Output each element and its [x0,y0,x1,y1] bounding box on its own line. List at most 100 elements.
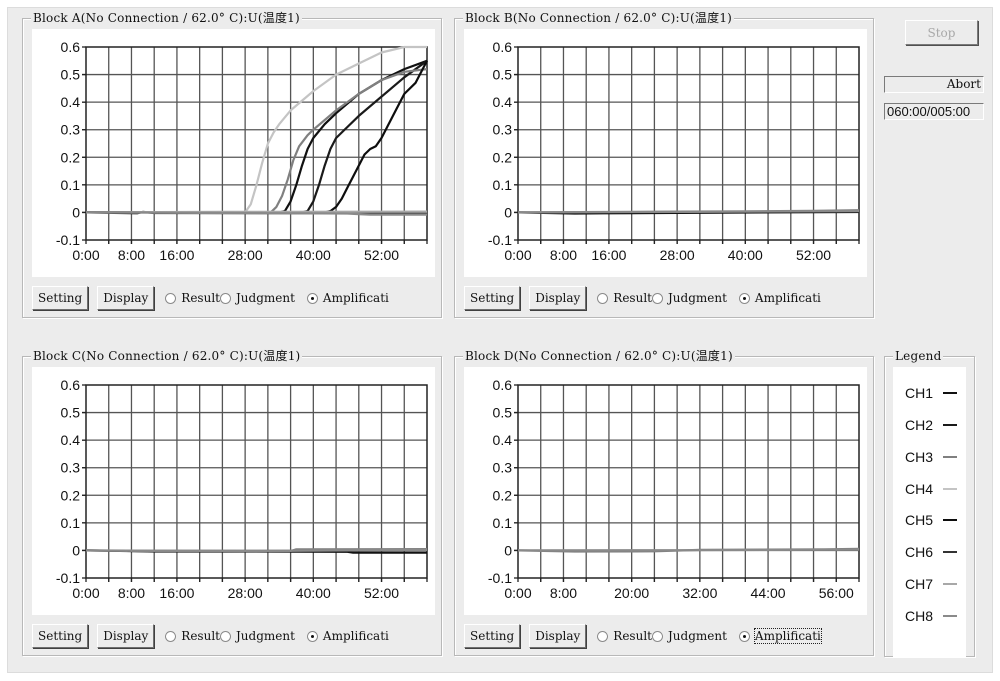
block-c-chart-svg: -0.1 0 0.1 0.2 0.3 0.4 0.5 0.6 0:00 8:00 16:00 28:0… [56,377,428,601]
x-tick-label: 40:00 [296,247,331,263]
block-a-radio-judgment-label: Judgment [235,291,295,305]
block-b-chart: -0.1 0 0.1 0.2 0.3 0.4 0.5 0.6 0:00 8:00 16:00 28:0… [464,29,867,277]
series-line-ch8 [85,548,428,553]
y-tick-label: 0.5 [493,405,513,421]
y-tick-label: 0.3 [61,460,81,476]
block-a-setting-button[interactable]: Setting [32,286,89,310]
block-b-radio-amplification[interactable]: Amplificati [738,291,821,305]
block-c-radio-result[interactable]: Result [165,629,220,643]
block-c-radio-judgment-label: Judgment [235,629,295,643]
y-tick-label: 0 [72,542,80,558]
y-tick-label: 0.1 [493,177,513,193]
radio-circle-icon [219,630,231,642]
radio-circle-icon [165,630,177,642]
block-b-radio-result[interactable]: Result [597,291,652,305]
legend-line-icon [943,456,958,458]
radio-selected-icon [306,292,318,304]
legend-item: CH1 [905,385,958,401]
legend-item: CH8 [905,608,958,624]
block-b-chart-svg: -0.1 0 0.1 0.2 0.3 0.4 0.5 0.6 0:00 8:00 16:00 28:0… [488,39,860,263]
block-b-setting-button[interactable]: Setting [464,286,521,310]
status-field: Abort [884,76,984,93]
legend-line-icon [943,583,958,585]
y-tick-label: 0.6 [493,39,513,55]
block-c-radio-amplification-label: Amplificati [322,629,389,643]
stop-button[interactable]: Stop [905,20,978,45]
y-tick-label: 0.2 [61,149,81,165]
x-tick-label: 0:00 [504,585,531,601]
x-tick-label: 16:00 [159,247,194,263]
x-tick-label: 0:00 [72,585,99,601]
block-c-display-button[interactable]: Display [97,624,155,648]
block-b-radio-amplification-label: Amplificati [754,291,821,305]
legend-list: CH1 CH2 CH3 CH4 CH5 CH6 CH7 CH8 [893,367,966,657]
block-a-radio-judgment[interactable]: Judgment [219,291,295,305]
block-d-chart-svg: -0.1 0 0.1 0.2 0.3 0.4 0.5 0.6 0:00 8:00 20:00 32:0… [488,377,860,601]
y-tick-label: 0.6 [493,377,513,393]
y-tick-label: 0.6 [61,39,81,55]
y-tick-label: -0.1 [56,570,80,586]
block-c-radio-judgment[interactable]: Judgment [219,629,295,643]
block-d-radio-judgment-label: Judgment [667,629,727,643]
legend-line-icon [943,488,958,490]
series-line-ch8 [517,210,860,214]
x-tick-label: 8:00 [550,247,577,263]
legend-label: CH5 [905,512,934,528]
block-d-radio-amplification-label: Amplificati [753,628,822,644]
block-d-title: Block D(No Connection / 62.0° C):U(温度1) [463,348,735,364]
y-tick-label: 0.3 [493,460,513,476]
x-tick-label: 8:00 [550,585,577,601]
y-tick-label: 0 [72,204,80,220]
block-c-chart: -0.1 0 0.1 0.2 0.3 0.4 0.5 0.6 0:00 8:00 16:00 28:0… [32,367,435,615]
block-a-title: Block A(No Connection / 62.0° C):U(温度1) [31,10,302,26]
block-c-group: Block C(No Connection / 62.0° C):U(温度1) … [22,348,442,656]
legend-item: CH4 [905,481,958,497]
legend-group: Legend CH1 CH2 CH3 CH4 CH5 CH6 CH7 CH8 [884,348,975,657]
block-b-display-button[interactable]: Display [529,286,587,310]
y-tick-label: -0.1 [488,570,512,586]
x-tick-label: 40:00 [296,585,331,601]
x-tick-label: 52:00 [796,247,831,263]
y-tick-label: 0.1 [61,177,81,193]
x-tick-label: 44:00 [751,585,786,601]
block-c-controls: Setting Display Result Judgment Amplific… [32,623,389,649]
series-line-ch3 [86,68,428,214]
block-a-radio-amplification[interactable]: Amplificati [306,291,389,305]
block-a-chart-svg: -0.1 0 0.1 0.2 0.3 0.4 0.5 0.6 0:00 8:00 16:00 28:0… [56,39,428,263]
block-d-display-button[interactable]: Display [529,624,587,648]
block-b-radio-result-label: Result [613,291,652,305]
block-d-setting-button[interactable]: Setting [464,624,521,648]
block-a-chart: -0.1 0 0.1 0.2 0.3 0.4 0.5 0.6 0:00 8:00 16:00 28:0… [32,29,435,277]
radio-circle-icon [597,292,609,304]
block-b-controls: Setting Display Result Judgment Amplific… [464,285,821,311]
radio-selected-icon [738,630,750,642]
y-tick-label: 0.4 [61,432,81,448]
y-tick-label: 0.2 [493,487,513,503]
x-tick-label: 28:00 [228,585,263,601]
block-d-radio-judgment[interactable]: Judgment [651,629,727,643]
legend-label: CH1 [905,385,934,401]
block-c-setting-button[interactable]: Setting [32,624,89,648]
radio-selected-icon [306,630,318,642]
block-c-radio-amplification[interactable]: Amplificati [306,629,389,643]
x-tick-label: 32:00 [682,585,717,601]
x-tick-label: 16:00 [159,585,194,601]
block-d-radio-result-label: Result [613,629,652,643]
block-d-controls: Setting Display Result Judgment Amplific… [464,623,822,649]
block-d-radio-amplification[interactable]: Amplificati [738,628,822,644]
block-b-radio-judgment[interactable]: Judgment [651,291,727,305]
block-a-radio-result[interactable]: Result [165,291,220,305]
time-field: 060:00/005:00 [884,103,984,120]
legend-label: CH2 [905,417,934,433]
x-tick-label: 28:00 [660,247,695,263]
x-tick-label: 28:00 [228,247,263,263]
legend-label: CH7 [905,576,934,592]
block-a-display-button[interactable]: Display [97,286,155,310]
y-tick-label: 0 [504,204,512,220]
radio-circle-icon [165,292,177,304]
y-tick-label: -0.1 [56,232,80,248]
block-d-radio-result[interactable]: Result [597,629,652,643]
block-d-group: Block D(No Connection / 62.0° C):U(温度1) … [454,348,874,656]
legend-item: CH6 [905,544,958,560]
radio-circle-icon [597,630,609,642]
